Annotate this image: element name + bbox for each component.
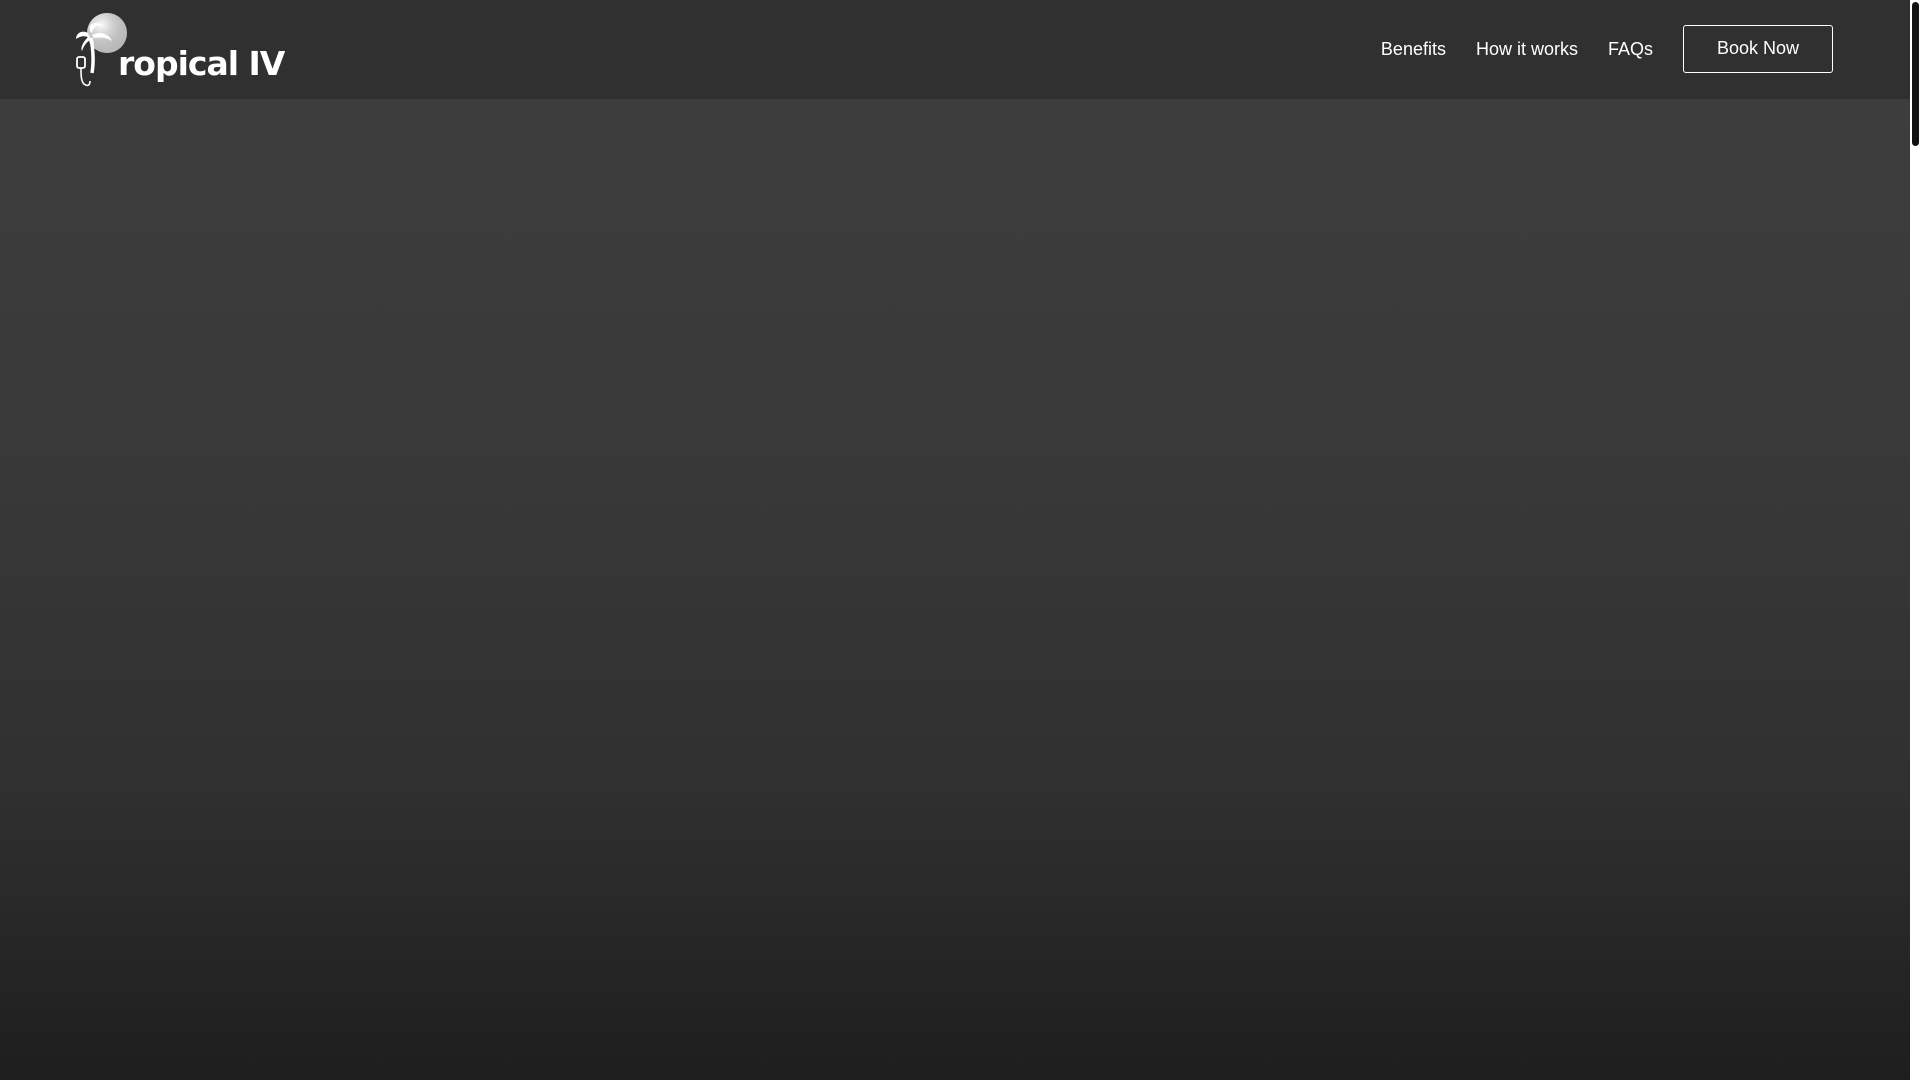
nav-link-benefits[interactable]: Benefits — [1381, 40, 1446, 58]
page: ropical IV Benefits How it works FAQs Bo… — [0, 0, 1920, 1080]
nav-link-how-it-works[interactable]: How it works — [1476, 40, 1578, 58]
main-nav: Benefits How it works FAQs Book Now — [1381, 24, 1833, 73]
brand-name: ropical IV — [118, 44, 285, 83]
book-now-button[interactable]: Book Now — [1683, 24, 1833, 73]
brand-logo[interactable]: ropical IV — [74, 11, 285, 89]
site-header: ropical IV Benefits How it works FAQs Bo… — [0, 0, 1910, 99]
scrollbar-thumb[interactable] — [1912, 2, 1919, 146]
scrollbar[interactable] — [1910, 0, 1920, 1080]
hero-section — [0, 99, 1910, 1080]
nav-link-faqs[interactable]: FAQs — [1608, 40, 1653, 58]
